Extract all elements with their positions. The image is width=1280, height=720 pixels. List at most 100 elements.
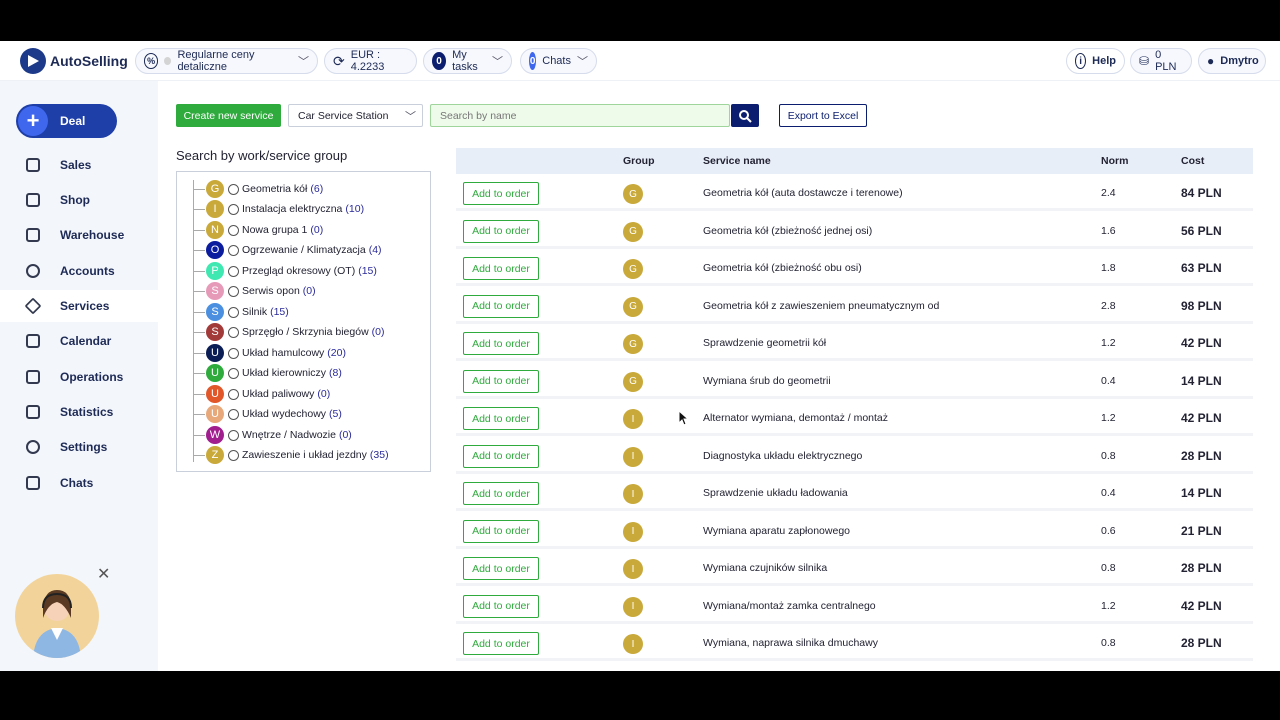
add-to-order-button[interactable]: Add to order [463,257,539,280]
radio-button[interactable] [228,265,239,277]
radio-button[interactable] [228,388,239,400]
assistant-avatar[interactable] [15,574,99,658]
add-to-order-button[interactable]: Add to order [463,332,539,355]
tree-title: Search by work/service group [176,148,348,163]
radio-button[interactable] [228,224,239,236]
export-excel-button[interactable]: Export to Excel [779,104,867,127]
logo[interactable]: AutoSelling [20,48,128,74]
my-tasks-button[interactable]: 0 My tasks ﹀ [423,48,512,74]
sidebar-item-accounts[interactable]: Accounts [0,255,158,287]
radio-button[interactable] [228,306,239,318]
group-letter-icon: O [206,241,224,259]
tree-item[interactable]: O Ogrzewanie / Klimatyzacja (4) [193,240,382,260]
sidebar-item-sales[interactable]: Sales [0,149,158,181]
add-to-order-button[interactable]: Add to order [463,482,539,505]
radio-button[interactable] [228,183,239,195]
service-name: Geometria kół (zbieżność jednej osi) [703,224,873,237]
sidebar-item-shop[interactable]: Shop [0,184,158,216]
tree-item[interactable]: Z Zawieszenie i układ jezdny (35) [193,445,389,465]
sidebar-item-services[interactable]: Services [0,290,158,322]
tree-item-label: Geometria kół [242,183,308,195]
table-row: Add to order G Sprawdzenie geometrii kół 1.… [456,326,1253,361]
tree-item[interactable]: I Instalacja elektryczna (10) [193,199,364,219]
currency-label: EUR : 4.2233 [350,49,385,73]
chats-label: Chats [542,55,571,67]
search-button[interactable] [731,104,759,127]
close-icon[interactable]: ✕ [97,564,110,584]
add-to-order-button[interactable]: Add to order [463,219,539,243]
add-to-order-button[interactable]: Add to order [463,519,539,543]
sidebar-item-settings[interactable]: Settings [0,431,158,463]
radio-button[interactable] [228,203,239,215]
add-to-order-button[interactable]: Add to order [463,632,539,655]
add-to-order-button[interactable]: Add to order [463,407,539,430]
deal-button[interactable]: + Deal [16,104,117,138]
tree-item[interactable]: S Sprzęgło / Skrzynia biegów (0) [193,322,385,342]
radio-button[interactable] [228,285,239,297]
column-header-group[interactable]: Group [623,155,655,167]
add-to-order-button[interactable]: Add to order [463,557,539,580]
sidebar-item-statistics[interactable]: Statistics [0,396,158,428]
group-letter-icon: G [623,371,643,392]
radio-button[interactable] [228,408,239,420]
radio-button[interactable] [228,367,239,379]
group-letter-icon: U [206,385,224,403]
user-menu[interactable]: ● Dmytro [1198,48,1266,74]
search-input[interactable]: Search by name [430,104,730,127]
column-header-norm[interactable]: Norm [1101,155,1128,167]
radio-button[interactable] [228,429,239,441]
sidebar-item-label: Sales [60,158,92,172]
group-letter-icon: G [206,180,224,198]
sidebar-item-label: Settings [60,440,108,454]
sidebar-item-calendar[interactable]: Calendar [0,325,158,357]
tree-item[interactable]: N Nowa grupa 1 (0) [193,220,323,240]
add-to-order-button[interactable]: Add to order [463,444,539,468]
service-name: Wymiana/montaż zamka centralnego [703,599,876,612]
price-mode-select[interactable]: % Regularne ceny detaliczne ﹀ [135,48,318,74]
group-letter-icon: S [206,323,224,341]
tree-item-label: Zawieszenie i układ jezdny [242,449,367,461]
currency-rate[interactable]: ⟳ EUR : 4.2233 [324,48,417,74]
tree-item[interactable]: U Układ wydechowy (5) [193,404,342,424]
chevron-down-icon: ﹀ [577,56,588,68]
radio-button[interactable] [228,449,239,461]
service-name: Sprawdzenie układu ładowania [703,487,848,499]
sidebar-item-warehouse[interactable]: Warehouse [0,219,158,251]
tree-item[interactable]: U Układ kierowniczy (8) [193,363,342,383]
tree-item[interactable]: P Przegląd okresowy (OT) (15) [193,261,377,281]
create-service-button[interactable]: Create new service [176,104,281,127]
table-row: Add to order I Wymiana czujników silnika 0.… [456,551,1253,586]
table-row: Add to order G Geometria kół (auta dostawc… [456,176,1253,211]
add-to-order-button[interactable]: Add to order [463,369,539,393]
tree-item[interactable]: G Geometria kół (6) [193,179,323,199]
radio-button[interactable] [228,347,239,359]
add-to-order-button[interactable]: Add to order [463,294,539,318]
group-letter-icon: I [623,446,643,467]
tree-item[interactable]: W Wnętrze / Nadwozie (0) [193,425,352,445]
tree-item[interactable]: U Układ hamulcowy (20) [193,343,346,363]
tree-item[interactable]: S Silnik (15) [193,302,289,322]
station-select-value: Car Service Station [298,109,389,122]
tree-item[interactable]: S Serwis opon (0) [193,281,316,301]
service-group-tree: G Geometria kół (6) I Instalacja elektryczn… [176,171,431,472]
plus-icon: + [18,106,48,136]
help-button[interactable]: i Help [1066,48,1125,74]
add-to-order-button[interactable]: Add to order [463,594,539,618]
sidebar-item-chats[interactable]: Chats [0,467,158,499]
service-norm: 1.6 [1101,224,1116,237]
add-to-order-button[interactable]: Add to order [463,182,539,205]
radio-button[interactable] [228,326,239,338]
status-dot-icon [164,57,172,65]
tree-item[interactable]: U Układ paliwowy (0) [193,384,330,404]
station-select[interactable]: Car Service Station ﹀ [288,104,423,127]
column-header-service[interactable]: Service name [703,155,771,167]
group-letter-icon: I [623,409,643,429]
radio-button[interactable] [228,244,239,256]
table-row: Add to order I Diagnostyka układu elektryc… [456,438,1253,474]
service-cost: 42 PLN [1181,598,1222,613]
sidebar-item-operations[interactable]: Operations [0,361,158,393]
balance-button[interactable]: ⛁ 0 PLN [1130,48,1192,74]
table-row: Add to order I Sprawdzenie układu ładowani… [456,476,1253,511]
column-header-cost[interactable]: Cost [1181,155,1204,167]
chats-button[interactable]: 0 Chats ﹀ [520,48,597,74]
